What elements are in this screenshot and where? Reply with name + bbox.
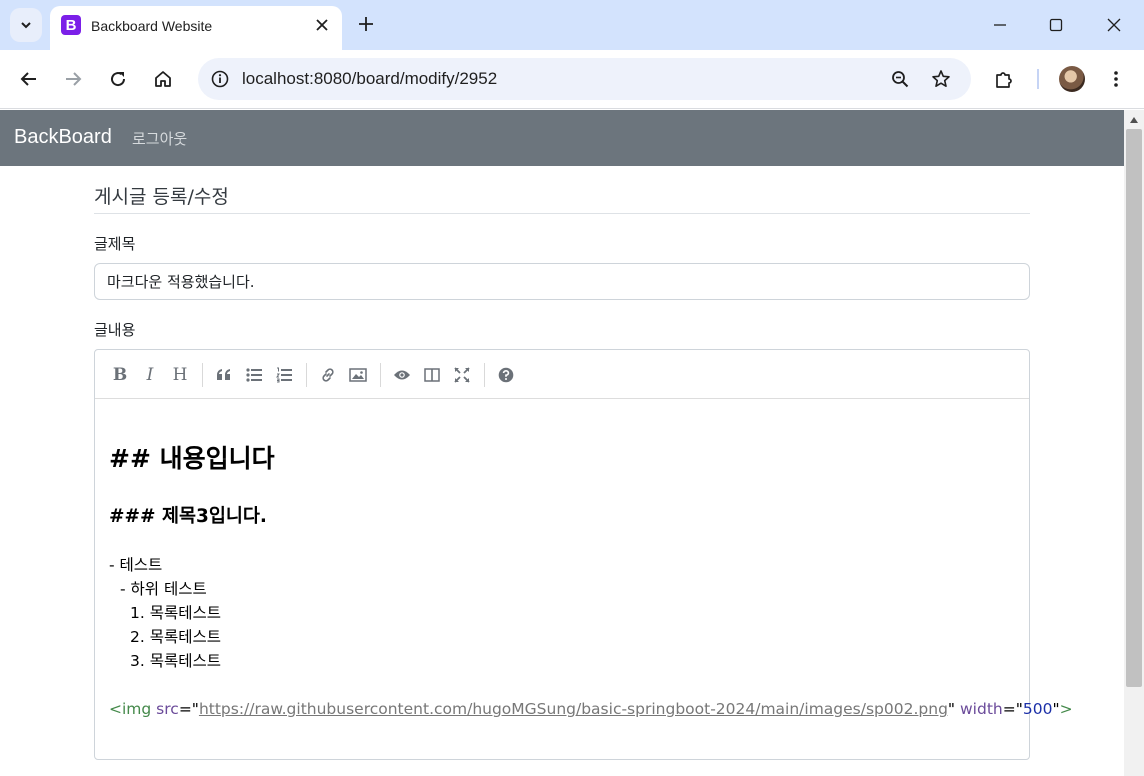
star-icon (932, 70, 950, 87)
navbar-brand[interactable]: BackBoard (14, 126, 112, 149)
html-eq-quote: =" (178, 700, 199, 718)
eye-icon (394, 370, 410, 380)
tab-search-button[interactable] (10, 8, 42, 42)
window-close-button[interactable] (1094, 8, 1134, 42)
content-label: 글내용 (94, 321, 136, 339)
html-tag-close: > (1059, 700, 1073, 718)
bold-icon: B (112, 365, 128, 385)
subject-input[interactable] (94, 263, 1030, 300)
question-circle-icon (498, 367, 514, 383)
editor-toolbar: B I H (95, 350, 1029, 399)
html-eq-quote: =" (1002, 700, 1023, 718)
toolbar-separator (484, 363, 485, 387)
close-icon (1107, 18, 1121, 32)
more-vert-icon (1114, 71, 1118, 87)
toolbar-separator (380, 363, 381, 387)
arrow-right-icon (66, 72, 82, 86)
list-ol-icon (276, 367, 292, 383)
scrollbar-thumb[interactable] (1126, 129, 1142, 687)
html-attr-value: 500 (1022, 700, 1053, 718)
markdown-list-line: - 하위 테스트 (120, 580, 207, 598)
markdown-html-img-line: <img src="https://raw.githubusercontent.… (109, 700, 1073, 718)
subject-label: 글제목 (94, 235, 136, 253)
url-text: localhost:8080/board/modify/2952 (242, 69, 498, 88)
extensions-button[interactable] (988, 63, 1020, 95)
browser-tab-strip: B Backboard Website (0, 0, 1144, 50)
forward-button[interactable] (57, 63, 89, 95)
fullscreen-button[interactable] (448, 360, 476, 390)
unordered-list-button[interactable] (240, 360, 268, 390)
site-navbar: BackBoard 로그아웃 (0, 110, 1124, 166)
markdown-list-line: - 테스트 (109, 556, 163, 574)
plus-icon (359, 17, 373, 31)
page-title: 게시글 등록/수정 (94, 186, 229, 208)
quote-icon (217, 369, 230, 380)
favicon-icon: B (61, 15, 81, 35)
close-icon (316, 19, 328, 31)
markdown-editor: B I H ## 내용입니다 ### 제목3입니다. - 테스트 - 하위 테스… (94, 349, 1073, 760)
site-info-button[interactable] (204, 63, 236, 95)
preview-button[interactable] (388, 360, 416, 390)
html-quote: " (1052, 700, 1060, 718)
image-icon (349, 368, 367, 382)
home-icon (155, 71, 171, 87)
browser-toolbar: localhost:8080/board/modify/2952 (0, 50, 1144, 109)
markdown-h3-line: ### 제목3입니다. (109, 506, 267, 527)
scroll-up-button[interactable] (1124, 112, 1144, 128)
italic-button[interactable]: I (136, 360, 164, 390)
triangle-up-icon (1130, 117, 1138, 123)
zoom-button[interactable] (884, 63, 916, 95)
home-button[interactable] (147, 63, 179, 95)
back-button[interactable] (13, 63, 45, 95)
tab-close-button[interactable] (312, 15, 332, 35)
markdown-list-line: 2. 목록테스트 (130, 628, 222, 646)
title-divider (94, 213, 1030, 214)
quote-button[interactable] (210, 360, 238, 390)
html-attr-name: width (960, 700, 1003, 718)
bookmark-button[interactable] (925, 63, 957, 95)
side-by-side-button[interactable] (418, 360, 446, 390)
arrow-left-icon (20, 72, 36, 86)
reload-button[interactable] (102, 63, 134, 95)
help-button[interactable] (492, 360, 520, 390)
zoom-out-icon (892, 71, 909, 88)
minimize-icon (994, 24, 1006, 26)
profile-avatar[interactable] (1059, 66, 1085, 92)
markdown-h2-line: ## 내용입니다 (109, 444, 275, 473)
maximize-icon (1049, 18, 1063, 32)
heading-icon: H (172, 365, 188, 385)
html-attr-name: src (156, 700, 179, 718)
html-quote: " (947, 700, 956, 718)
image-button[interactable] (344, 360, 372, 390)
link-icon (322, 368, 334, 382)
bold-button[interactable]: B (106, 360, 134, 390)
ordered-list-button[interactable] (270, 360, 298, 390)
html-tag-open: <img (109, 700, 152, 718)
link-button[interactable] (314, 360, 342, 390)
markdown-list-line: 3. 목록테스트 (130, 652, 222, 670)
page-viewport: BackBoard 로그아웃 게시글 등록/수정 글제목 글내용 B I H (0, 110, 1124, 776)
address-bar[interactable]: localhost:8080/board/modify/2952 (198, 58, 971, 100)
columns-icon (424, 368, 440, 382)
maximize-button[interactable] (1036, 8, 1076, 42)
heading-button[interactable]: H (166, 360, 194, 390)
minimize-button[interactable] (980, 8, 1020, 42)
toolbar-separator (202, 363, 203, 387)
logout-link[interactable]: 로그아웃 (132, 128, 187, 149)
puzzle-icon (996, 72, 1012, 88)
list-ul-icon (246, 368, 262, 382)
italic-icon: I (146, 365, 154, 385)
toolbar-separator (1037, 69, 1039, 89)
markdown-list-line: 1. 목록테스트 (130, 604, 222, 622)
new-tab-button[interactable] (352, 10, 380, 38)
expand-icon (454, 367, 470, 383)
info-icon (211, 70, 229, 88)
toolbar-separator (306, 363, 307, 387)
tab-title: Backboard Website (91, 18, 213, 34)
chevron-down-icon (21, 22, 31, 29)
reload-icon (111, 72, 126, 87)
browser-menu-button[interactable] (1100, 63, 1132, 95)
image-url-link[interactable]: https://raw.githubusercontent.com/hugoMG… (199, 700, 948, 718)
browser-tab[interactable]: B Backboard Website (50, 6, 342, 50)
